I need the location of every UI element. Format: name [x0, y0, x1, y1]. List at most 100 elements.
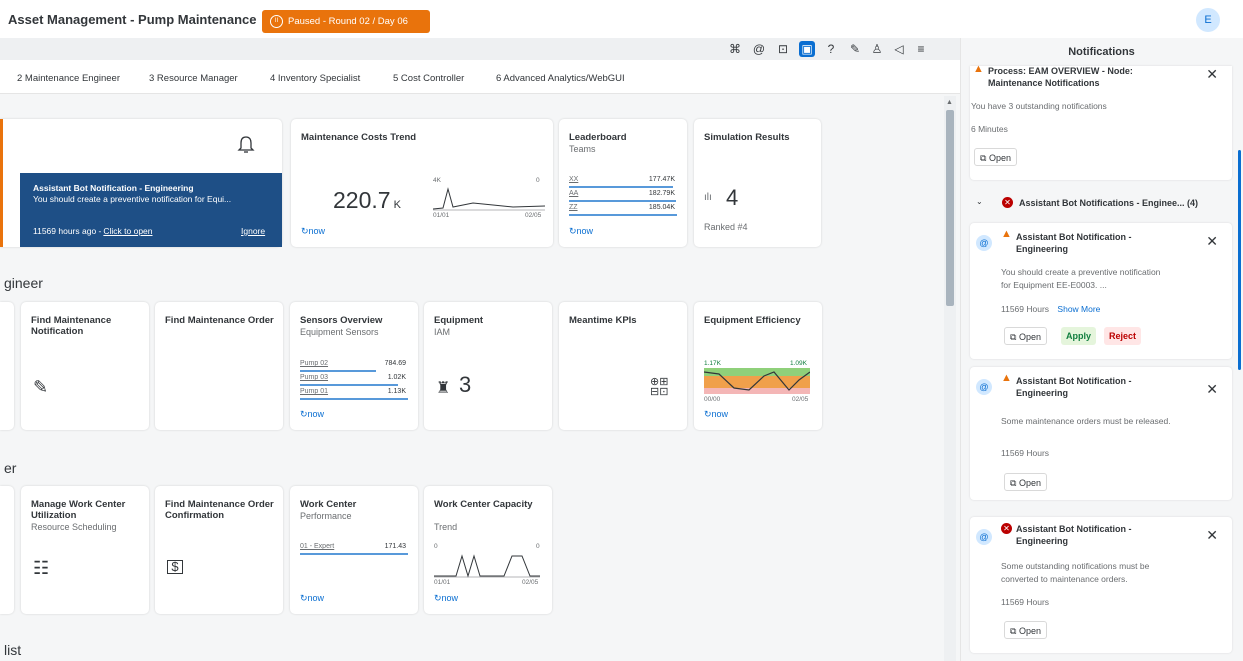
close-icon[interactable]: ✕	[1206, 381, 1218, 398]
tile-leaderboard[interactable]: Leaderboard Teams XX 177.47K AA 182.79K …	[559, 119, 687, 247]
open-label: Open	[1018, 478, 1041, 488]
tile-partial[interactable]	[0, 302, 14, 430]
tile-find-confirmation[interactable]: Find Maintenance Order Confirmation $	[155, 486, 283, 614]
show-more-link[interactable]: Show More	[1057, 304, 1100, 314]
bot-icon[interactable]: @	[751, 41, 767, 57]
tab-cost-controller[interactable]: 5 Cost Controller	[393, 73, 464, 84]
footer-label: now	[308, 226, 326, 236]
open-button[interactable]: ⧉ Open	[974, 148, 1017, 166]
close-icon[interactable]: ✕	[1206, 66, 1218, 83]
tab-maintenance-engineer[interactable]: 2 Maintenance Engineer	[17, 73, 120, 84]
megaphone-icon[interactable]: ◁	[891, 41, 907, 57]
tile-manage-work-center[interactable]: Manage Work Center Utilization Resource …	[21, 486, 149, 614]
tile-find-notification[interactable]: Find Maintenance Notification ✎	[21, 302, 149, 430]
menu-icon[interactable]: ≡	[913, 41, 929, 57]
open-button[interactable]: ⧉ Open	[1004, 327, 1047, 345]
leader-label: ZZ	[569, 204, 578, 211]
status-button[interactable]: II Paused - Round 02 / Day 06	[262, 10, 430, 33]
tools-icon[interactable]: ✎	[847, 41, 863, 57]
tile-maintenance-costs[interactable]: Maintenance Costs Trend 220.7 K 4K 0 01/…	[291, 119, 553, 247]
tile-equipment-efficiency[interactable]: Equipment Efficiency 1.17K 1.09K 00/00 0…	[694, 302, 822, 430]
item-time: 11569 Hours	[1001, 448, 1050, 458]
tile-sensors-overview[interactable]: Sensors Overview Equipment Sensors Pump …	[290, 302, 418, 430]
apply-button[interactable]: Apply	[1061, 327, 1097, 345]
warning-icon: ▲	[1001, 228, 1012, 240]
tab-bar: 2 Maintenance Engineer 3 Resource Manage…	[0, 60, 960, 94]
tile-simulation-results[interactable]: Simulation Results ılı 4 Ranked #4	[694, 119, 821, 247]
costs-value: 220.7 K	[333, 187, 401, 214]
panel-scrollbar[interactable]	[1238, 150, 1241, 370]
process-time: 6 Minutes	[971, 124, 1008, 134]
notifications-icon[interactable]: ▣	[799, 41, 815, 57]
scroll-up-icon[interactable]: ▲	[946, 99, 953, 106]
help-icon[interactable]: ?	[823, 41, 839, 57]
tile-partial[interactable]	[0, 486, 14, 614]
simulation-rank: Ranked #4	[704, 222, 748, 232]
user-avatar[interactable]: E	[1196, 8, 1220, 32]
notification-banner[interactable]: Assistant Bot Notification - Engineering…	[20, 173, 282, 247]
notification-item[interactable]: @ ✕ Assistant Bot Notification - Enginee…	[970, 517, 1232, 653]
refresh-footer: ↻now	[300, 593, 324, 604]
app-title-menu[interactable]: Asset Management - Pump Maintenance▼	[8, 12, 269, 27]
network-icon[interactable]: ⌘	[727, 41, 743, 57]
users-icon[interactable]: ♙	[869, 41, 885, 57]
tab-resource-manager[interactable]: 3 Resource Manager	[149, 73, 238, 84]
banner-title: Assistant Bot Notification - Engineering	[33, 183, 194, 193]
machine-icon: ♜	[436, 380, 451, 397]
close-icon[interactable]: ✕	[1206, 527, 1218, 544]
tile-subtitle: Trend	[434, 522, 458, 532]
chevron-down-icon[interactable]: ⌄	[976, 197, 983, 206]
tile-work-center-capacity[interactable]: Work Center Capacity Trend 0 0 01/01 02/…	[424, 486, 552, 614]
open-external-icon: ⧉	[1010, 478, 1019, 488]
tile-find-order[interactable]: Find Maintenance Order	[155, 302, 283, 430]
item-body: You should create a preventive notificat…	[1001, 267, 1161, 290]
sensor-value: 1.02K	[387, 374, 406, 381]
refresh-icon: ↻	[300, 409, 308, 419]
item-title: Assistant Bot Notification - Engineering	[1016, 524, 1132, 546]
refresh-footer: ↻now	[434, 593, 458, 604]
tab-advanced-analytics[interactable]: 6 Advanced Analytics/WebGUI	[496, 73, 625, 84]
tile-work-center-performance[interactable]: Work Center Performance 01 - Expert 171.…	[290, 486, 418, 614]
close-icon[interactable]: ✕	[1206, 233, 1218, 250]
pause-icon: II	[270, 15, 283, 28]
notification-group-header[interactable]: ⌄ ✕ Assistant Bot Notifications - Engine…	[970, 188, 1232, 218]
footer-label: now	[576, 226, 594, 236]
axis-label: 02/05	[522, 579, 539, 586]
tile-title: Simulation Results	[704, 132, 790, 143]
tile-title: Work Center Capacity	[434, 499, 533, 510]
scroll-thumb[interactable]	[946, 110, 954, 306]
tile-title: Meantime KPIs	[569, 315, 637, 326]
notification-item[interactable]: @ ▲ Assistant Bot Notification - Enginee…	[970, 223, 1232, 359]
axis-label: 00/00	[704, 396, 721, 403]
open-external-icon: ⧉	[1010, 332, 1019, 342]
calendar-icon: ☷	[33, 558, 50, 578]
chat-icon[interactable]: ⊡	[775, 41, 791, 57]
open-label: Open	[1018, 332, 1041, 342]
main-scrollbar[interactable]: ▲	[944, 96, 956, 661]
tile-equipment[interactable]: Equipment IAM ♜ 3	[424, 302, 552, 430]
efficiency-chart	[704, 368, 810, 394]
trend-chart-icon: ılı	[704, 192, 712, 203]
wc-label: 01 - Expert	[300, 543, 335, 550]
bot-avatar-icon: @	[976, 379, 992, 395]
tile-title: Sensors Overview	[300, 315, 383, 326]
open-button[interactable]: ⧉ Open	[1004, 621, 1047, 639]
leader-bar	[569, 214, 677, 216]
tile-meantime-kpis[interactable]: Meantime KPIs ⊕⊞ ⊟⊡	[559, 302, 687, 430]
open-external-icon: ⧉	[980, 153, 989, 163]
refresh-icon: ↻	[704, 409, 712, 419]
footer-label: now	[441, 593, 459, 603]
ignore-link[interactable]: Ignore	[241, 226, 265, 236]
tab-inventory-specialist[interactable]: 4 Inventory Specialist	[270, 73, 360, 84]
notification-item[interactable]: @ ▲ Assistant Bot Notification - Enginee…	[970, 367, 1232, 500]
warning-icon: ▲	[973, 63, 984, 75]
process-notification[interactable]: ▲ Process: EAM OVERVIEW - Node: Maintena…	[970, 63, 1232, 180]
tile-title: Equipment Efficiency	[704, 315, 801, 326]
click-to-open-link[interactable]: Click to open	[103, 226, 152, 236]
item-time: 11569 Hours	[1001, 597, 1050, 607]
item-title: Assistant Bot Notification - Engineering	[1016, 376, 1132, 398]
open-button[interactable]: ⧉ Open	[1004, 473, 1047, 491]
axis-label: 0	[536, 543, 540, 550]
reject-button[interactable]: Reject	[1104, 327, 1142, 345]
tile-subtitle: Teams	[569, 144, 596, 154]
